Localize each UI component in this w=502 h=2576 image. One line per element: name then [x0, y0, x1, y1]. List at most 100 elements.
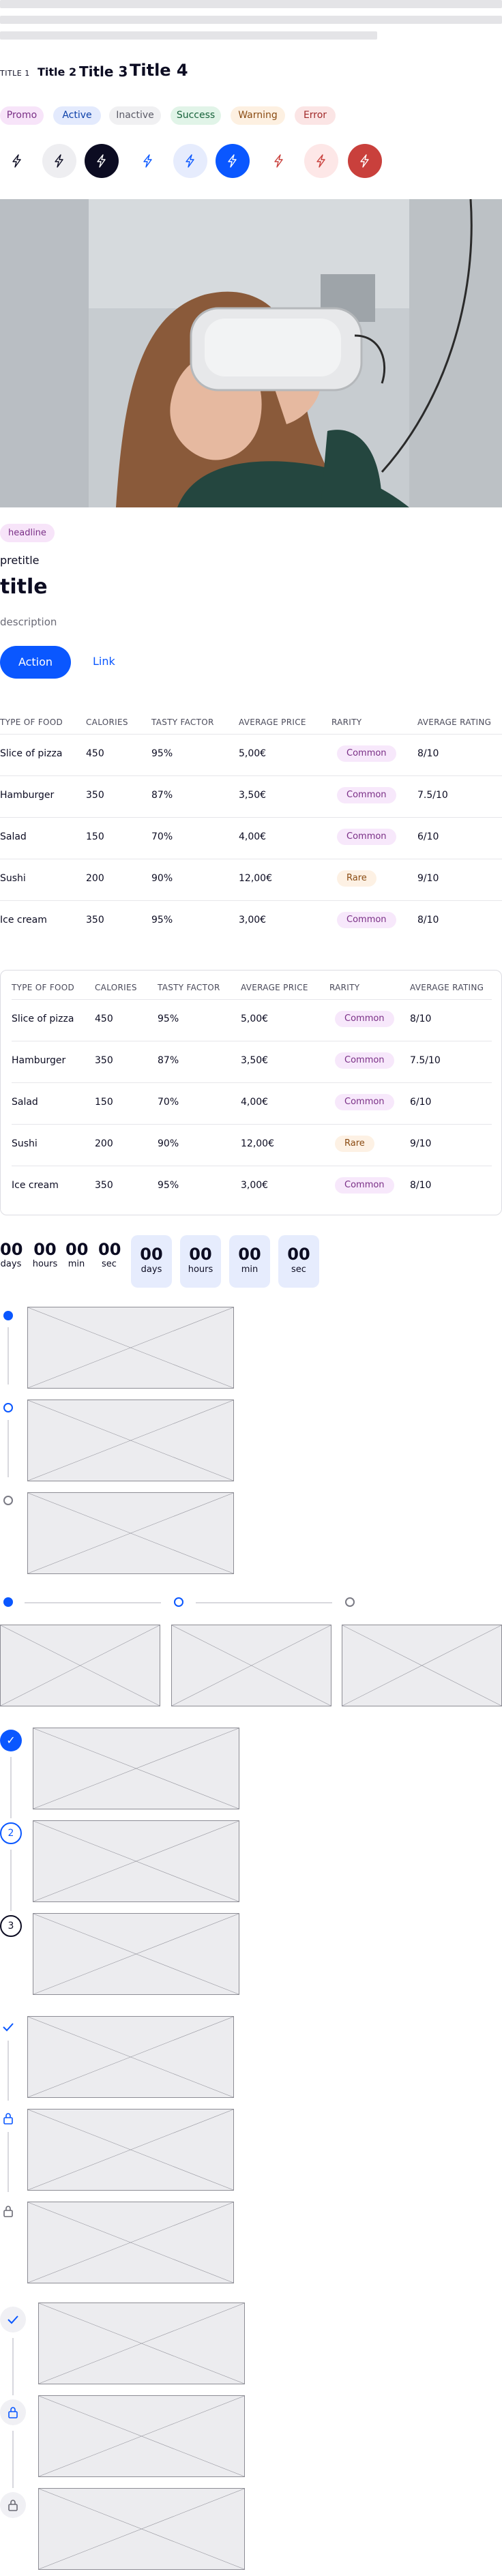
title-3: Title 3: [79, 63, 128, 80]
image-placeholder: [27, 1400, 234, 1481]
table-cell: 8/10: [417, 748, 439, 759]
table-cell: 70%: [151, 831, 173, 842]
htimeline-dot-current: [174, 1597, 183, 1607]
countdown-box-hours: 00 hours: [180, 1235, 221, 1288]
table-cell: 150: [86, 831, 104, 842]
image-placeholder: [27, 2016, 234, 2098]
icon-button-solid-primary[interactable]: [216, 144, 250, 178]
lightning-icon: [55, 154, 63, 168]
timeline-dot-current: [3, 1403, 13, 1412]
rarity-badge: Common: [337, 745, 396, 762]
row-divider: [0, 775, 502, 776]
lightning-icon: [186, 154, 194, 168]
check-icon: [0, 2307, 26, 2333]
htimeline-connector: [196, 1602, 332, 1603]
image-placeholder: [0, 1625, 160, 1706]
table-header-cell: TASTY FACTOR: [158, 983, 220, 992]
htimeline-dot-active: [3, 1597, 13, 1607]
card-pretitle: pretitle: [0, 554, 40, 567]
table-cell: 200: [86, 873, 104, 884]
lightning-icon: [12, 154, 21, 168]
lightning-icon: [97, 154, 106, 168]
table-cell: 450: [86, 748, 104, 759]
card-link[interactable]: Link: [93, 655, 115, 668]
table-cell: 95%: [158, 1180, 179, 1191]
table-header-cell: CALORIES: [86, 717, 128, 727]
table-cell: 95%: [151, 915, 173, 926]
table-header-cell: AVERAGE RATING: [417, 717, 492, 727]
stepper-connector: [10, 1850, 12, 1911]
timeline-dot-pending: [3, 1496, 13, 1505]
table-cell: Ice cream: [0, 915, 47, 926]
table-cell: 350: [95, 1180, 113, 1191]
table-cell: 87%: [151, 790, 173, 801]
table-header-cell: CALORIES: [95, 983, 137, 992]
table-cell: 9/10: [410, 1138, 432, 1149]
table-cell: 350: [95, 1055, 113, 1066]
table-header-cell: TYPE OF FOOD: [0, 717, 63, 727]
rarity-badge: Common: [335, 1052, 394, 1069]
timeline-connector: [8, 1327, 9, 1385]
timeline-connector: [12, 2431, 14, 2488]
htimeline-dot-pending: [345, 1597, 355, 1607]
rarity-badge: Common: [335, 1011, 394, 1027]
icon-button-ghost-dark[interactable]: [0, 144, 34, 178]
table-cell: 87%: [158, 1055, 179, 1066]
badge-warning: Warning: [231, 106, 285, 125]
icon-button-ghost-primary[interactable]: [131, 144, 165, 178]
table-cell: 70%: [158, 1097, 179, 1108]
card-title: title: [0, 575, 48, 599]
row-divider: [0, 734, 502, 735]
icon-button-light-dark[interactable]: [42, 144, 76, 178]
row-divider: [0, 900, 502, 901]
lock-icon: [0, 2492, 26, 2518]
table-cell: 90%: [151, 873, 173, 884]
table-cell: 3,50€: [239, 790, 267, 801]
table-cell: 8/10: [410, 1013, 432, 1024]
action-button[interactable]: Action: [0, 646, 71, 679]
skeleton-line: [0, 0, 502, 8]
badge-promo: Promo: [0, 106, 44, 125]
table-header-cell: RARITY: [329, 983, 360, 992]
table-cell: 12,00€: [239, 873, 272, 884]
image-placeholder: [27, 2109, 234, 2191]
check-icon: [1, 2020, 15, 2034]
image-placeholder: [27, 2202, 234, 2283]
table-cell: 12,00€: [241, 1138, 274, 1149]
row-divider: [12, 999, 492, 1000]
hero-image: [0, 199, 502, 507]
step-complete: ✓: [0, 1730, 22, 1751]
table-header-cell: AVERAGE PRICE: [241, 983, 308, 992]
card-description: description: [0, 616, 57, 628]
htimeline-connector: [25, 1602, 161, 1603]
row-divider: [0, 817, 502, 818]
icon-button-light-danger[interactable]: [304, 144, 338, 178]
rarity-badge: Common: [335, 1094, 394, 1110]
table-cell: 5,00€: [239, 748, 267, 759]
table-cell: 3,00€: [241, 1180, 269, 1191]
table-cell: 95%: [158, 1013, 179, 1024]
table-cell: Salad: [12, 1097, 38, 1108]
table-cell: Sushi: [12, 1138, 38, 1149]
icon-button-solid-danger[interactable]: [348, 144, 382, 178]
table-cell: 8/10: [410, 1180, 432, 1191]
lock-icon: [1, 2112, 15, 2125]
table-cell: 450: [95, 1013, 113, 1024]
food-table: TYPE OF FOOD CALORIES TASTY FACTOR AVERAGE …: [0, 705, 502, 951]
lightning-icon: [228, 154, 237, 168]
table-header-cell: AVERAGE PRICE: [239, 717, 306, 727]
icon-button-solid-dark[interactable]: [85, 144, 119, 178]
table-cell: 7.5/10: [410, 1055, 441, 1066]
rarity-badge: Common: [335, 1177, 394, 1194]
table-cell: 9/10: [417, 873, 439, 884]
table-cell: Hamburger: [0, 790, 55, 801]
icon-button-light-primary[interactable]: [173, 144, 207, 178]
table-cell: 95%: [151, 748, 173, 759]
countdown-box-min: 00 min: [229, 1235, 270, 1288]
table-cell: Ice cream: [12, 1180, 59, 1191]
countdown-min: 00 min: [65, 1240, 89, 1269]
timeline-connector: [8, 2041, 9, 2101]
icon-button-ghost-danger[interactable]: [262, 144, 296, 178]
lightning-icon: [274, 154, 283, 168]
image-placeholder: [33, 1728, 239, 1809]
